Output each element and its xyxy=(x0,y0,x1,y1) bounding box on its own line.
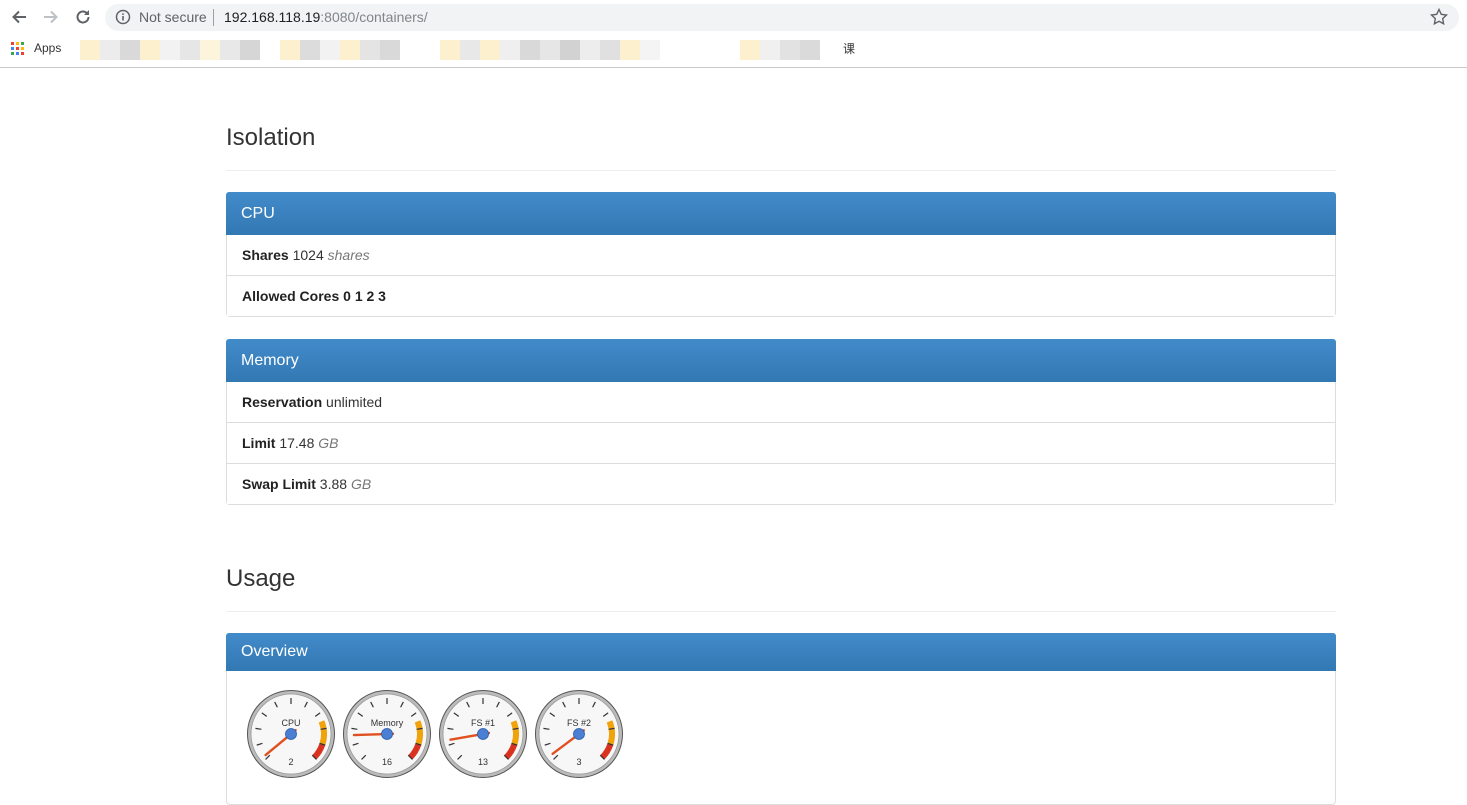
gauge-hub xyxy=(381,728,393,740)
gauge-label: Memory xyxy=(371,718,404,728)
limit-row: Limit 17.48 GB xyxy=(227,422,1335,463)
gauge-dial: FS #2 3 xyxy=(535,690,623,778)
gauge-cpu: CPU 2 xyxy=(246,689,336,779)
gauge-dial: Memory 16 xyxy=(343,690,431,778)
swap-limit-label: Swap Limit xyxy=(242,476,316,492)
bookmark-star-icon[interactable] xyxy=(1429,7,1449,27)
overview-panel-heading: Overview xyxy=(226,633,1336,671)
cpu-shares-row: Shares 1024 shares xyxy=(227,235,1335,275)
gauge-dial: FS #1 13 xyxy=(439,690,527,778)
swap-limit-unit: GB xyxy=(350,476,372,492)
arrow-right-icon xyxy=(44,10,58,24)
allowed-cores-label: Allowed Cores xyxy=(242,288,340,304)
gauge-label: FS #2 xyxy=(567,718,591,728)
apps-label: Apps xyxy=(34,41,62,55)
gauge-hub xyxy=(573,728,585,740)
isolation-divider xyxy=(226,170,1336,171)
omnibox-divider xyxy=(213,9,214,26)
apps-grid-icon xyxy=(11,41,24,55)
gauge-hub xyxy=(285,728,297,740)
memory-panel: Memory Reservation unlimited Limit 17.48… xyxy=(226,339,1336,505)
security-label[interactable]: Not secure xyxy=(139,9,207,25)
gauge-value: 13 xyxy=(478,757,488,767)
url-host: 192.168.118.19 xyxy=(224,9,321,25)
allowed-cores-row: Allowed Cores 0 1 2 3 xyxy=(227,275,1335,316)
gauge-fs-2: FS #2 3 xyxy=(534,689,624,779)
gauge-row: CPU 2 Memory 16 FS #1 13 FS #2 3 xyxy=(246,689,630,779)
info-icon[interactable] xyxy=(115,9,131,25)
cpu-panel-heading: CPU xyxy=(226,192,1336,235)
gauge-label: CPU xyxy=(281,718,300,728)
swap-limit-value: 3.88 xyxy=(319,476,348,492)
apps-shortcut[interactable]: Apps xyxy=(11,41,61,55)
shares-value: 1024 xyxy=(292,247,324,263)
url-path: :8080/containers/ xyxy=(320,9,428,25)
reservation-row: Reservation unlimited xyxy=(227,382,1335,422)
usage-divider xyxy=(226,611,1336,612)
reload-button[interactable] xyxy=(73,7,93,27)
usage-title: Usage xyxy=(226,565,296,592)
arrow-left-icon xyxy=(12,10,26,24)
memory-panel-heading: Memory xyxy=(226,339,1336,382)
isolation-title: Isolation xyxy=(226,124,316,151)
reload-icon xyxy=(76,10,90,24)
allowed-cores-value: 0 1 2 3 xyxy=(343,288,386,304)
forward-button[interactable] xyxy=(41,7,61,27)
limit-value: 17.48 xyxy=(279,435,315,451)
swap-limit-row: Swap Limit 3.88 GB xyxy=(227,463,1335,504)
gauge-dial: CPU 2 xyxy=(247,690,335,778)
browser-toolbar: Not secure 192.168.118.19:8080/container… xyxy=(0,0,1467,34)
bookmark-fragment[interactable]: 课 xyxy=(843,40,855,57)
gauge-fs-1: FS #1 13 xyxy=(438,689,528,779)
gauge-value: 2 xyxy=(288,757,293,767)
shares-unit: shares xyxy=(327,247,370,263)
limit-unit: GB xyxy=(318,435,339,451)
shares-label: Shares xyxy=(242,247,289,263)
reservation-value: unlimited xyxy=(326,394,383,410)
redacted-bookmarks[interactable] xyxy=(80,40,823,60)
back-button[interactable] xyxy=(9,7,29,27)
cpu-panel: CPU Shares 1024 shares Allowed Cores 0 1… xyxy=(226,192,1336,317)
gauge-memory: Memory 16 xyxy=(342,689,432,779)
gauge-value: 3 xyxy=(576,757,581,767)
gauge-label: FS #1 xyxy=(471,718,495,728)
url-text[interactable]: 192.168.118.19:8080/containers/ xyxy=(224,9,428,25)
reservation-label: Reservation xyxy=(242,394,323,410)
gauge-value: 16 xyxy=(382,757,392,767)
limit-label: Limit xyxy=(242,435,276,451)
gauge-hub xyxy=(477,728,489,740)
address-bar[interactable]: Not secure 192.168.118.19:8080/container… xyxy=(105,4,1459,31)
